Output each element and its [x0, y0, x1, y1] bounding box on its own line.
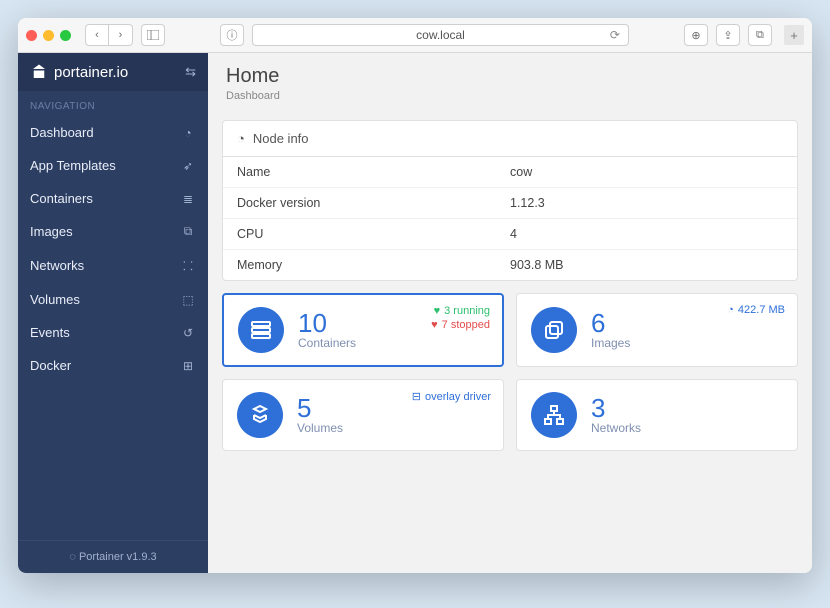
stopped-count: 7 stopped	[442, 319, 490, 331]
tile-label: Containers	[298, 336, 356, 350]
portainer-app: portainer.io ⇆ NAVIGATION Dashboard ◔ Ap…	[18, 53, 812, 573]
page-title: Home	[226, 65, 794, 88]
sidebar-item-containers[interactable]: Containers ≣	[18, 182, 208, 215]
history-icon: ↺	[180, 326, 196, 340]
maximize-window[interactable]	[60, 30, 71, 41]
sidebar-item-events[interactable]: Events ↺	[18, 316, 208, 349]
dashboard-tiles: 10 Containers ♥3 running ♥7 stopped 6 Im…	[222, 293, 798, 451]
server-icon: ≣	[180, 192, 196, 206]
tile-count: 10	[298, 310, 356, 336]
tile-label: Networks	[591, 421, 641, 435]
sidebar-item-networks[interactable]: Networks ⸬	[18, 248, 208, 283]
card-header: ◔ Node info	[223, 121, 797, 157]
breadcrumb: Dashboard	[226, 90, 794, 102]
share-button[interactable]: ⇪	[716, 24, 740, 46]
cubes-icon	[237, 392, 283, 438]
tabs-button[interactable]: ⧉	[748, 24, 772, 46]
tile-count: 3	[591, 395, 641, 421]
main-content: Home Dashboard ◔ Node info Name cow Dock…	[208, 53, 812, 573]
grid-icon: ⊞	[180, 359, 196, 373]
tile-label: Volumes	[297, 421, 343, 435]
sitemap-icon	[531, 392, 577, 438]
sidebar-item-dashboard[interactable]: Dashboard ◔	[18, 116, 208, 149]
github-icon: ◌	[69, 551, 79, 563]
clone-icon: ⧉	[180, 224, 196, 239]
tile-networks[interactable]: 3 Networks	[516, 379, 798, 451]
sidebar-item-label: Docker	[30, 358, 71, 373]
sidebar-item-label: Containers	[30, 191, 93, 206]
tile-volumes[interactable]: 5 Volumes ⊟ overlay driver	[222, 379, 504, 451]
info-row-cpu: CPU 4	[223, 219, 797, 250]
info-row-memory: Memory 903.8 MB	[223, 250, 797, 280]
card-title: Node info	[253, 131, 309, 146]
images-size: 422.7 MB	[738, 304, 785, 316]
brand-bar[interactable]: portainer.io ⇆	[18, 53, 208, 91]
rocket-icon: ➶	[180, 159, 196, 173]
clone-icon	[531, 307, 577, 353]
sidebar-toggle[interactable]	[141, 24, 165, 46]
info-row-name: Name cow	[223, 157, 797, 188]
sidebar-item-label: Dashboard	[30, 125, 94, 140]
reload-icon[interactable]: ⟳	[610, 28, 620, 42]
tile-count: 5	[297, 395, 343, 421]
sidebar-item-label: App Templates	[30, 158, 116, 173]
forward-button[interactable]: ›	[109, 24, 133, 46]
tile-images[interactable]: 6 Images ◔ 422.7 MB	[516, 293, 798, 367]
tile-label: Images	[591, 336, 630, 350]
portainer-logo-icon	[30, 63, 48, 81]
heartbeat-icon: ♥	[431, 319, 438, 331]
sidebar-item-label: Events	[30, 325, 70, 340]
volume-driver: overlay driver	[425, 391, 491, 403]
node-info-card: ◔ Node info Name cow Docker version 1.12…	[222, 120, 798, 281]
sidebar-item-images[interactable]: Images ⧉	[18, 215, 208, 248]
sidebar-item-label: Networks	[30, 258, 84, 273]
sidebar-collapse-icon[interactable]: ⇆	[185, 64, 196, 80]
brand-name: portainer.io	[54, 64, 179, 81]
window-controls	[26, 30, 71, 41]
hdd-icon: ⊟	[412, 390, 421, 403]
sidebar-item-volumes[interactable]: Volumes ⬚	[18, 283, 208, 316]
sidebar-item-app-templates[interactable]: App Templates ➶	[18, 149, 208, 182]
tile-containers[interactable]: 10 Containers ♥3 running ♥7 stopped	[222, 293, 504, 367]
nav-section-label: NAVIGATION	[18, 91, 208, 116]
back-button[interactable]: ‹	[85, 24, 109, 46]
address-bar[interactable]: cow.local ⟳	[252, 24, 629, 46]
gauge-icon: ◔	[237, 131, 245, 146]
sidebar-item-docker[interactable]: Docker ⊞	[18, 349, 208, 382]
sitemap-icon: ⸬	[180, 257, 196, 274]
sidebar-item-label: Volumes	[30, 292, 80, 307]
cubes-icon: ⬚	[180, 293, 196, 307]
safari-window: ‹ › ⓘ cow.local ⟳ ⊕ ⇪ ⧉ + portainer.io ⇆…	[18, 18, 812, 573]
downloads-button[interactable]: ⊕	[684, 24, 708, 46]
new-tab-button[interactable]: +	[784, 25, 804, 45]
server-icon	[238, 307, 284, 353]
running-count: 3 running	[444, 305, 490, 317]
site-info-button[interactable]: ⓘ	[220, 24, 244, 46]
close-window[interactable]	[26, 30, 37, 41]
minimize-window[interactable]	[43, 30, 54, 41]
heartbeat-icon: ♥	[434, 305, 441, 317]
pie-icon: ◔	[727, 304, 734, 316]
info-row-docker-version: Docker version 1.12.3	[223, 188, 797, 219]
url-text: cow.local	[416, 28, 465, 42]
page-header: Home Dashboard	[208, 53, 812, 112]
sidebar-footer[interactable]: ◌ Portainer v1.9.3	[18, 540, 208, 573]
sidebar-item-label: Images	[30, 224, 73, 239]
tile-count: 6	[591, 310, 630, 336]
sidebar: portainer.io ⇆ NAVIGATION Dashboard ◔ Ap…	[18, 53, 208, 573]
browser-toolbar: ‹ › ⓘ cow.local ⟳ ⊕ ⇪ ⧉ +	[18, 18, 812, 53]
gauge-icon: ◔	[180, 126, 196, 140]
